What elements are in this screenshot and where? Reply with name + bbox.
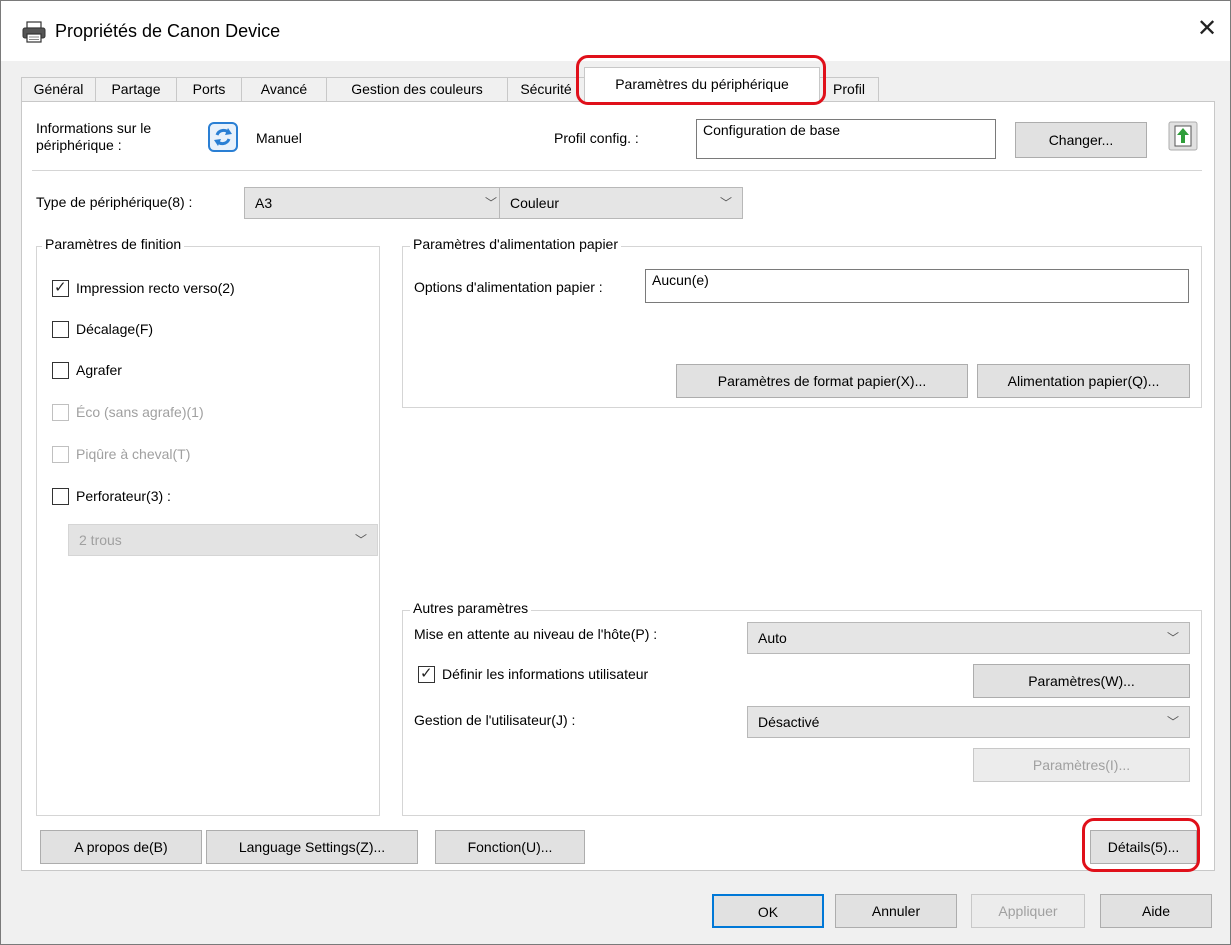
ok-button[interactable]: OK xyxy=(712,894,824,928)
device-color-value: Couleur xyxy=(510,195,560,211)
eco-staple-checkbox xyxy=(52,404,69,421)
window-title: Propriétés de Canon Device xyxy=(55,21,281,41)
printer-icon xyxy=(21,21,47,46)
other-settings-group-label: Autres paramètres xyxy=(410,600,532,616)
device-info-mode: Manuel xyxy=(256,130,302,146)
paper-format-button[interactable]: Paramètres de format papier(X)... xyxy=(676,364,968,398)
eco-staple-label: Éco (sans agrafe)(1) xyxy=(76,404,204,420)
chevron-down-icon: ﹀ xyxy=(719,196,732,210)
tab-sharing[interactable]: Partage xyxy=(95,77,177,101)
device-size-value: A3 xyxy=(255,195,273,211)
finishing-group-label: Paramètres de finition xyxy=(42,236,185,252)
cancel-button[interactable]: Annuler xyxy=(835,894,957,928)
checkmark-icon: ✓ xyxy=(54,279,67,296)
function-button[interactable]: Fonction(U)... xyxy=(435,830,585,864)
punch-holes-select: 2 trous ﹀ xyxy=(68,524,378,556)
paper-feed-options-field: Aucun(e) xyxy=(645,269,1189,303)
chevron-down-icon: ﹀ xyxy=(354,533,367,547)
upload-icon[interactable] xyxy=(1168,121,1198,154)
title-bar: Propriétés de Canon Device ✕ xyxy=(1,1,1230,61)
paper-feed-button[interactable]: Alimentation papier(Q)... xyxy=(977,364,1190,398)
host-hold-value: Auto xyxy=(758,630,787,646)
user-management-value: Désactivé xyxy=(758,714,820,730)
offset-label: Décalage(F) xyxy=(76,321,154,337)
apply-button: Appliquer xyxy=(971,894,1085,928)
details-highlight-marker xyxy=(1082,818,1200,872)
duplex-label: Impression recto verso(2) xyxy=(76,280,235,296)
tab-color-management[interactable]: Gestion des couleurs xyxy=(326,77,508,101)
tab-advanced[interactable]: Avancé xyxy=(241,77,327,101)
separator xyxy=(32,170,1202,171)
offset-checkbox[interactable] xyxy=(52,321,69,338)
device-size-select[interactable]: A3 ﹀ xyxy=(244,187,508,219)
user-management-select[interactable]: Désactivé ﹀ xyxy=(747,706,1190,738)
tab-profile[interactable]: Profil xyxy=(819,77,879,101)
help-button[interactable]: Aide xyxy=(1100,894,1212,928)
checkmark-icon: ✓ xyxy=(420,665,433,682)
punch-label: Perforateur(3) : xyxy=(76,488,171,504)
refresh-icon xyxy=(208,122,238,155)
paper-feed-options-label: Options d'alimentation papier : xyxy=(414,279,603,295)
tab-highlight-marker xyxy=(576,55,826,105)
paper-feed-group-label: Paramètres d'alimentation papier xyxy=(410,236,622,252)
tab-ports[interactable]: Ports xyxy=(176,77,242,101)
staple-checkbox[interactable] xyxy=(52,362,69,379)
saddle-stitch-label: Piqûre à cheval(T) xyxy=(76,446,191,462)
host-hold-select[interactable]: Auto ﹀ xyxy=(747,622,1190,654)
chevron-down-icon: ﹀ xyxy=(1166,631,1179,645)
close-icon[interactable]: ✕ xyxy=(1193,15,1221,43)
tab-general[interactable]: Général xyxy=(21,77,96,101)
device-type-label: Type de périphérique(8) : xyxy=(36,194,193,210)
user-info-label: Définir les informations utilisateur xyxy=(442,666,649,682)
user-info-checkbox[interactable]: ✓ xyxy=(418,665,435,683)
change-profile-button[interactable]: Changer... xyxy=(1015,122,1147,158)
duplex-checkbox[interactable]: ✓ xyxy=(52,279,69,297)
punch-holes-value: 2 trous xyxy=(79,532,122,548)
about-button[interactable]: A propos de(B) xyxy=(40,830,202,864)
profile-config-label: Profil config. : xyxy=(554,130,639,146)
punch-checkbox[interactable] xyxy=(52,488,69,505)
staple-label: Agrafer xyxy=(76,362,122,378)
chevron-down-icon: ﹀ xyxy=(1166,715,1179,729)
device-color-select[interactable]: Couleur ﹀ xyxy=(499,187,743,219)
tab-security[interactable]: Sécurité xyxy=(507,77,585,101)
params-w-button[interactable]: Paramètres(W)... xyxy=(973,664,1190,698)
saddle-stitch-checkbox xyxy=(52,446,69,463)
properties-dialog: Propriétés de Canon Device ✕ Général Par… xyxy=(0,0,1231,945)
chevron-down-icon: ﹀ xyxy=(484,196,497,210)
user-management-label: Gestion de l'utilisateur(J) : xyxy=(414,712,576,728)
profile-config-field: Configuration de base xyxy=(696,119,996,159)
language-settings-button[interactable]: Language Settings(Z)... xyxy=(206,830,418,864)
params-i-button: Paramètres(I)... xyxy=(973,748,1190,782)
host-hold-label: Mise en attente au niveau de l'hôte(P) : xyxy=(414,626,658,642)
device-info-label: Informations sur le périphérique : xyxy=(36,120,152,153)
device-settings-panel: Informations sur le périphérique : Manue… xyxy=(21,101,1215,871)
